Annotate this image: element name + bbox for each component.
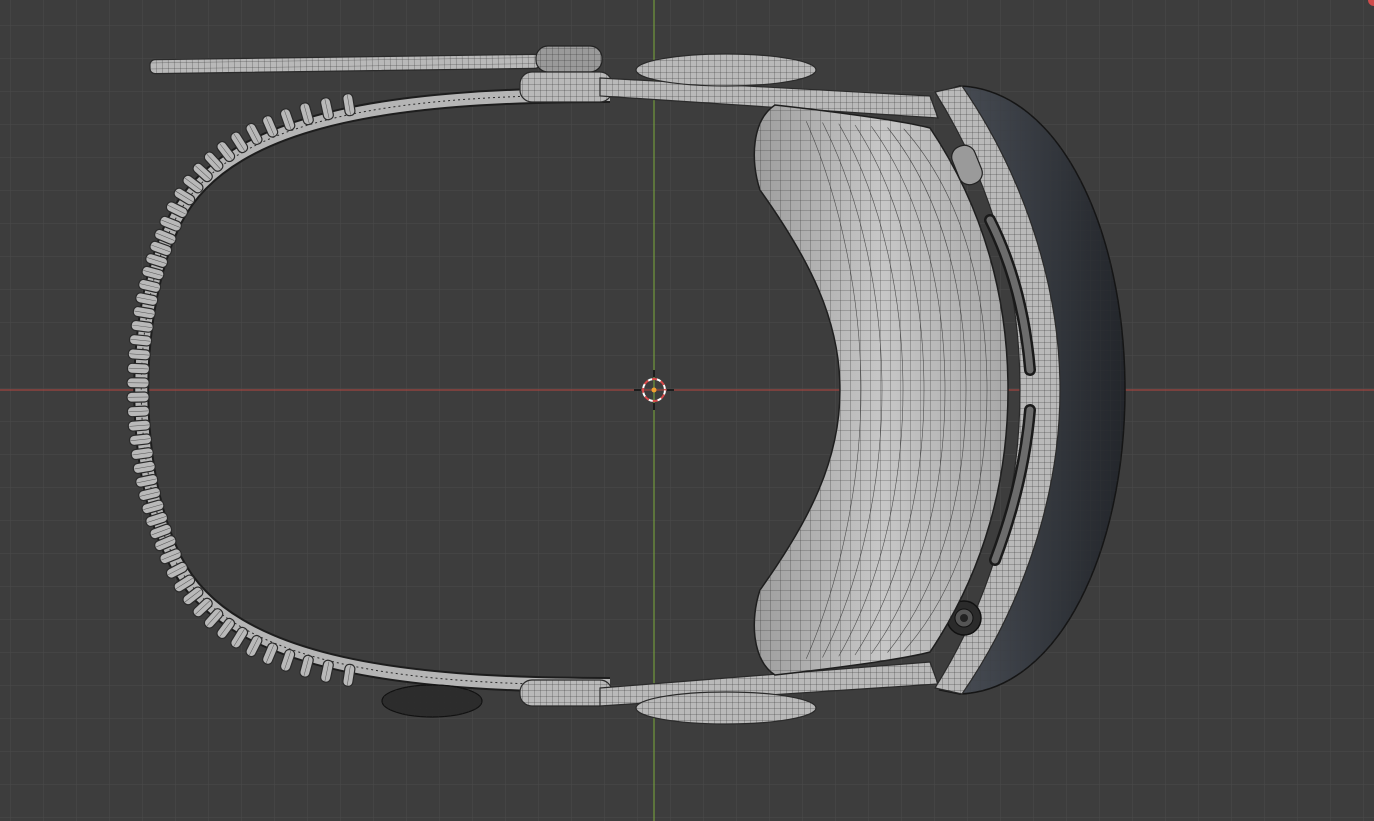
knit-rib bbox=[128, 433, 153, 446]
3d-viewport[interactable] bbox=[0, 0, 1374, 821]
knit-rib bbox=[126, 391, 150, 403]
knit-rib bbox=[130, 319, 154, 333]
knit-rib bbox=[126, 405, 151, 418]
knit-rib bbox=[127, 419, 151, 432]
knit-rib bbox=[126, 362, 151, 375]
knit-rib bbox=[126, 377, 150, 389]
viewport-canvas[interactable] bbox=[0, 0, 1374, 821]
knit-rib bbox=[128, 334, 153, 347]
knit-rib bbox=[127, 348, 151, 361]
